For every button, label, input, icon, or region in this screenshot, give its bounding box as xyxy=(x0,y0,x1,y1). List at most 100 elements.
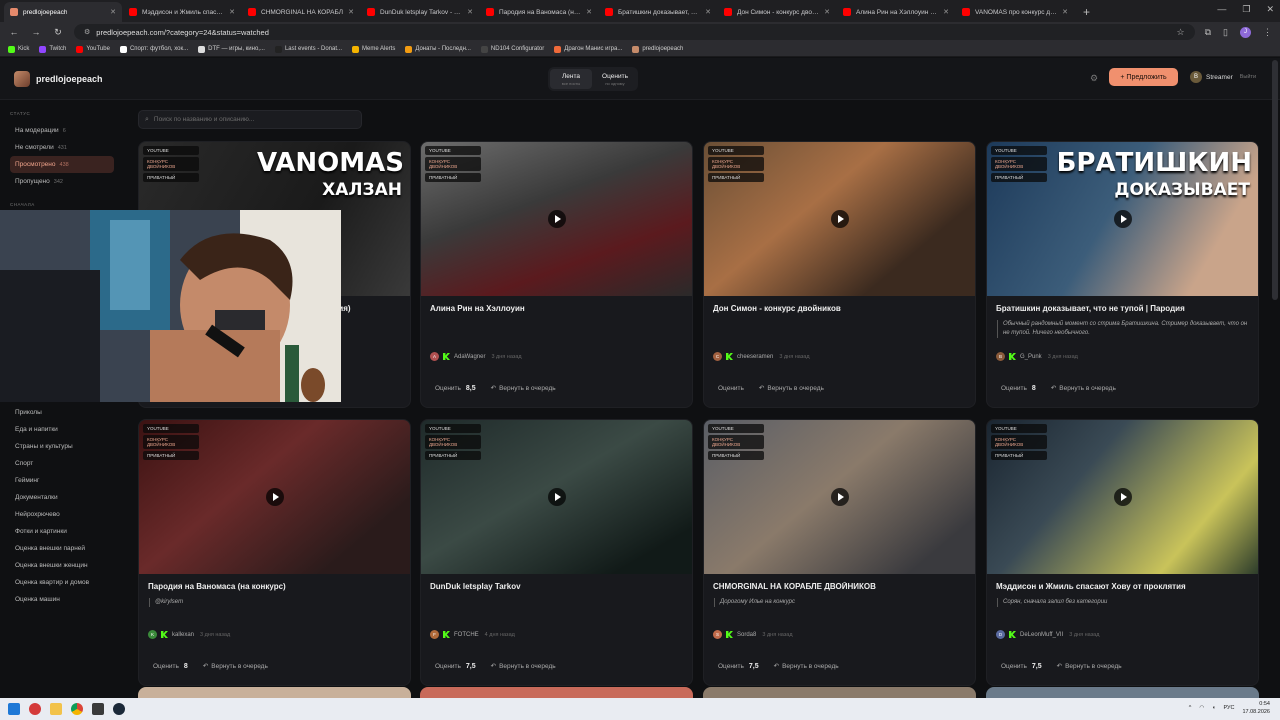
sidebar-icon[interactable]: ▯ xyxy=(1223,27,1228,38)
author-name[interactable]: FOTCHE xyxy=(454,632,479,638)
clock[interactable]: 0:54 17.08.2026 xyxy=(1242,700,1270,716)
requeue-button[interactable]: ↶ Вернуть в очередь xyxy=(491,658,556,674)
rate-button[interactable]: Оценить 8 xyxy=(148,658,193,674)
bookmark-item[interactable]: Last events - Donat... xyxy=(274,45,342,53)
play-icon[interactable] xyxy=(1114,488,1132,506)
tray-chevron-icon[interactable]: ^ xyxy=(1189,705,1192,711)
rate-button[interactable]: Оценить 7,5 xyxy=(713,658,764,674)
tab-close-icon[interactable]: ✕ xyxy=(705,8,711,16)
browser-tab[interactable]: Алина Рин на Хэллоуин - YouT ✕ xyxy=(837,2,955,22)
bookmark-item[interactable]: predlojoepeach xyxy=(632,45,683,53)
video-thumbnail[interactable]: YOUTUBE КОНКУРС ДВОЙНИКОВ ПРИВАТНЫЙ xyxy=(421,142,692,296)
sidebar-status-item[interactable]: Пропущено 342 xyxy=(10,173,114,190)
browser-tab[interactable]: predlojoepeach ✕ xyxy=(4,2,122,22)
browser-tab[interactable]: Мэддисон и Жмиль спасают Хо ✕ xyxy=(123,2,241,22)
propose-button[interactable]: + Предложить xyxy=(1109,68,1178,86)
back-icon[interactable]: ← xyxy=(8,27,20,37)
browser-tab[interactable]: CHMORGINAL НА КОРАБЛ ✕ xyxy=(242,2,360,22)
author-name[interactable]: AdaWagner xyxy=(454,354,485,360)
author-name[interactable]: DeLeonMuff_VII xyxy=(1020,632,1063,638)
requeue-button[interactable]: ↶ Вернуть в очередь xyxy=(1051,380,1116,396)
play-icon[interactable] xyxy=(1114,210,1132,228)
site-info-icon[interactable]: ⚙ xyxy=(84,28,90,36)
requeue-button[interactable]: ↶ Вернуть в очередь xyxy=(1057,658,1122,674)
browser-tab[interactable]: VANOMAS про конкурс двой ✕ xyxy=(956,2,1074,22)
author-name[interactable]: cheeseramen xyxy=(737,354,773,360)
rate-button[interactable]: Оценить 7,5 xyxy=(430,658,481,674)
bookmark-item[interactable]: Kick xyxy=(8,45,29,53)
post-card[interactable]: YOUTUBE КОНКУРС ДВОЙНИКОВ ПРИВАТНЫЙ CHMORGI… xyxy=(703,419,976,686)
post-title[interactable]: Алина Рин на Хэллоуин xyxy=(430,304,688,313)
sidebar-category-item[interactable]: Спорт xyxy=(10,455,89,472)
windows-start-icon[interactable] xyxy=(8,703,20,715)
rate-button[interactable]: Оценить xyxy=(713,380,749,396)
requeue-button[interactable]: ↶ Вернуть в очередь xyxy=(491,380,556,396)
rate-button[interactable]: Оценить 8,5 xyxy=(430,380,481,396)
new-tab-button[interactable]: + xyxy=(1075,2,1098,22)
sidebar-status-item[interactable]: Просмотрено 438 xyxy=(10,156,114,173)
tab-feed[interactable]: Лента все посты xyxy=(550,69,592,89)
post-card[interactable]: YOUTUBE КОНКУРС ДВОЙНИКОВ ПРИВАТНЫЙ Алина Р… xyxy=(420,141,693,408)
bookmark-star-icon[interactable]: ☆ xyxy=(1177,27,1185,38)
requeue-button[interactable]: ↶ Вернуть в очередь xyxy=(774,658,839,674)
post-card[interactable]: YOUTUBE КОНКУРС ДВОЙНИКОВ ПРИВАТНЫЙ Дон Сим… xyxy=(703,141,976,408)
rate-button[interactable]: Оценить 8 xyxy=(996,380,1041,396)
bookmark-item[interactable]: Драгон Манис игра... xyxy=(554,45,622,53)
requeue-button[interactable]: ↶ Вернуть в очередь xyxy=(759,380,824,396)
post-title[interactable]: Дон Симон - конкурс двойников xyxy=(713,304,971,313)
author-name[interactable]: Sorda8 xyxy=(737,632,756,638)
bookmark-item[interactable]: DTF — игры, кино,... xyxy=(198,45,265,53)
video-thumbnail[interactable]: YOUTUBE КОНКУРС ДВОЙНИКОВ ПРИВАТНЫЙ xyxy=(139,420,410,574)
post-title[interactable]: CHMORGINAL НА КОРАБЛЕ ДВОЙНИКОВ xyxy=(713,582,971,591)
tab-rate[interactable]: Оценить по одному xyxy=(594,69,636,89)
sidebar-category-item[interactable]: Оценка квартир и домов xyxy=(10,574,89,591)
bookmark-item[interactable]: Донаты - Последн... xyxy=(405,45,471,53)
video-thumbnail[interactable]: YOUTUBE КОНКУРС ДВОЙНИКОВ ПРИВАТНЫЙ xyxy=(421,420,692,574)
network-icon[interactable]: ◠ xyxy=(1199,705,1204,711)
sidebar-status-item[interactable]: Не смотрели 431 xyxy=(10,139,114,156)
bookmark-item[interactable]: YouTube xyxy=(76,45,110,53)
sidebar-category-item[interactable]: Оценка машин xyxy=(10,591,89,608)
maximize-icon[interactable]: ❐ xyxy=(1242,4,1250,15)
author-name[interactable]: kallexan xyxy=(172,632,194,638)
video-thumbnail[interactable]: YOUTUBE КОНКУРС ДВОЙНИКОВ ПРИВАТНЫЙ xyxy=(704,420,975,574)
sidebar-category-item[interactable]: Нейрохрючево xyxy=(10,506,89,523)
steam-icon[interactable] xyxy=(113,703,125,715)
tab-close-icon[interactable]: ✕ xyxy=(348,8,354,16)
forward-icon[interactable]: → xyxy=(30,27,42,37)
page-scrollbar[interactable] xyxy=(1272,60,1278,300)
sidebar-category-item[interactable]: Документалки xyxy=(10,489,89,506)
tab-close-icon[interactable]: ✕ xyxy=(229,8,235,16)
app-icon[interactable] xyxy=(92,703,104,715)
video-thumbnail[interactable]: YOUTUBE КОНКУРС ДВОЙНИКОВ ПРИВАТНЫЙ xyxy=(704,142,975,296)
requeue-button[interactable]: ↶ Вернуть в очередь xyxy=(203,658,268,674)
rate-button[interactable]: Оценить 7,5 xyxy=(996,658,1047,674)
browser-tab[interactable]: Братишкин доказывает, что н ✕ xyxy=(599,2,717,22)
tab-close-icon[interactable]: ✕ xyxy=(110,8,116,16)
bookmark-item[interactable]: Meme Alerts xyxy=(352,45,395,53)
url-field[interactable]: ⚙ predlojoepeach.com/?category=24&status… xyxy=(74,24,1195,40)
play-icon[interactable] xyxy=(548,488,566,506)
post-card[interactable]: БРАТИШКИН ДОКАЗЫВАЕТ YOUTUBE КОНКУРС ДВОЙНИ… xyxy=(986,141,1259,408)
language-indicator[interactable]: РУС xyxy=(1223,705,1234,711)
play-icon[interactable] xyxy=(266,488,284,506)
volume-icon[interactable]: ◖ xyxy=(1212,705,1215,711)
yandex-browser-icon[interactable] xyxy=(29,703,41,715)
post-card[interactable]: YOUTUBE КОНКУРС ДВОЙНИКОВ ПРИВАТНЫЙ Мэддисо… xyxy=(986,419,1259,686)
sidebar-category-item[interactable]: Фотки и картинки xyxy=(10,523,89,540)
folder-icon[interactable] xyxy=(50,703,62,715)
post-title[interactable]: Братишкин доказывает, что не тупой | Пар… xyxy=(996,304,1254,313)
menu-icon[interactable]: ⋮ xyxy=(1263,27,1272,38)
tab-close-icon[interactable]: ✕ xyxy=(467,8,473,16)
play-icon[interactable] xyxy=(548,210,566,228)
sidebar-category-item[interactable]: Приколы xyxy=(10,404,89,421)
video-thumbnail[interactable]: YOUTUBE КОНКУРС ДВОЙНИКОВ ПРИВАТНЫЙ xyxy=(987,420,1258,574)
chrome-icon[interactable] xyxy=(71,703,83,715)
logout-link[interactable]: Выйти xyxy=(1240,74,1256,80)
post-card[interactable]: YOUTUBE КОНКУРС ДВОЙНИКОВ ПРИВАТНЫЙ Пародия… xyxy=(138,419,411,686)
post-title[interactable]: DunDuk letsplay Tarkov xyxy=(430,582,688,591)
search-input[interactable] xyxy=(153,116,344,123)
sidebar-category-item[interactable]: Оценка внешки парней xyxy=(10,540,89,557)
settings-icon[interactable]: ⚙ xyxy=(1090,73,1098,84)
play-icon[interactable] xyxy=(831,488,849,506)
